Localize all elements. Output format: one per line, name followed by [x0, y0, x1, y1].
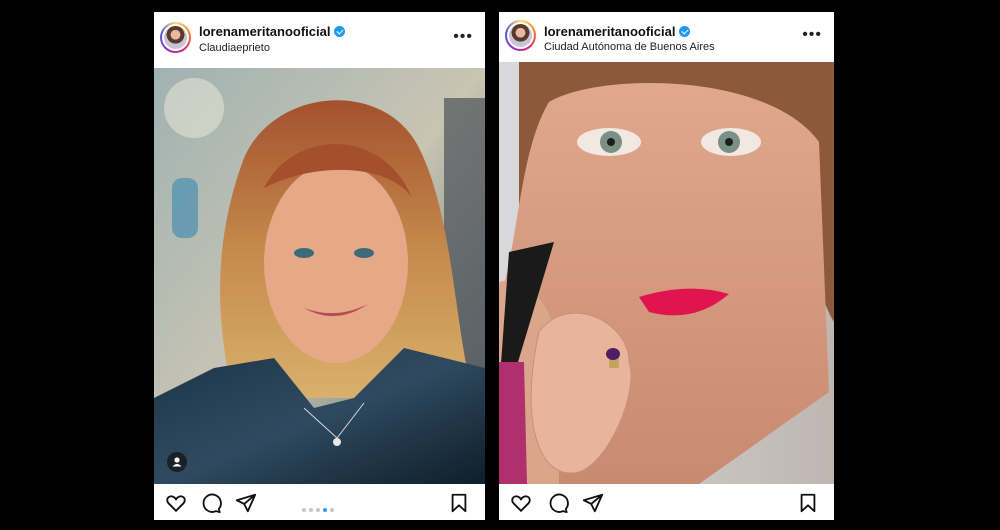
carousel-dot [330, 508, 334, 512]
bookmark-icon[interactable] [797, 492, 819, 514]
more-options-button[interactable]: ••• [453, 29, 473, 45]
username-link[interactable]: lorenameritanooficial [544, 24, 691, 39]
avatar[interactable] [160, 22, 191, 53]
user-tag-icon[interactable] [167, 452, 187, 472]
post-photo[interactable] [499, 62, 834, 484]
selfie-photo [499, 62, 834, 484]
more-options-button[interactable]: ••• [802, 27, 822, 43]
location-link[interactable]: Ciudad Autónoma de Buenos Aires [544, 41, 715, 53]
carousel-dot [302, 508, 306, 512]
heart-icon[interactable] [510, 492, 532, 514]
carousel-dot [316, 508, 320, 512]
comment-icon[interactable] [547, 492, 569, 514]
location-link[interactable]: Claudiaeprieto [199, 42, 270, 54]
instagram-post-1: lorenameritanooficial Claudiaeprieto ••• [154, 12, 485, 520]
share-icon[interactable] [235, 492, 257, 514]
share-icon[interactable] [582, 492, 604, 514]
carousel-dot-active [323, 508, 327, 512]
post-header: lorenameritanooficial Ciudad Autónoma de… [499, 12, 834, 62]
verified-icon [334, 26, 346, 37]
post-photo[interactable] [154, 68, 485, 484]
post-header: lorenameritanooficial Claudiaeprieto ••• [154, 12, 485, 68]
comment-icon[interactable] [200, 492, 222, 514]
verified-icon [679, 26, 691, 37]
post-actions [154, 484, 485, 520]
carousel-dot [309, 508, 313, 512]
portrait-photo [154, 68, 485, 484]
post-actions [499, 484, 834, 520]
username-link[interactable]: lorenameritanooficial [199, 24, 346, 39]
carousel-indicator [302, 499, 337, 512]
heart-icon[interactable] [165, 492, 187, 514]
instagram-post-2: lorenameritanooficial Ciudad Autónoma de… [499, 12, 834, 520]
bookmark-icon[interactable] [448, 492, 470, 514]
avatar[interactable] [505, 20, 536, 51]
